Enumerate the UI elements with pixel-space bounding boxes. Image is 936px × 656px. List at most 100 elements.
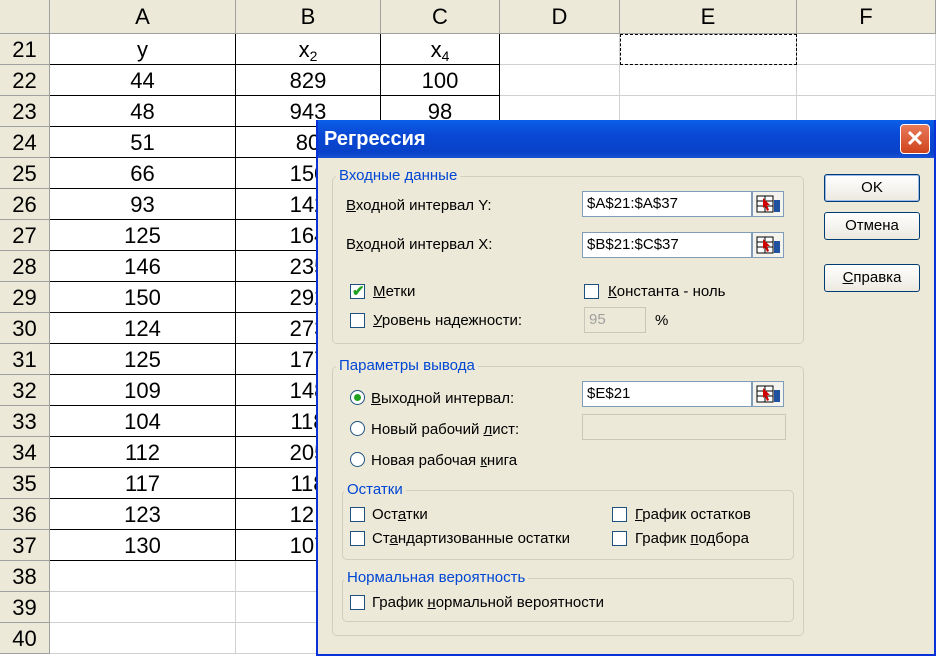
- confidence-level-checkbox[interactable]: [350, 313, 365, 328]
- close-button[interactable]: ✕: [900, 124, 930, 154]
- dialog-titlebar[interactable]: Регрессия ✕: [318, 120, 934, 158]
- cell-d[interactable]: [500, 65, 620, 96]
- cell-value: 124: [124, 316, 161, 341]
- column-header-d[interactable]: D: [500, 0, 620, 34]
- residuals-label[interactable]: Остатки: [372, 506, 428, 523]
- standardized-residuals-label[interactable]: Стандартизованные остатки: [372, 530, 570, 547]
- column-header-e[interactable]: E: [620, 0, 797, 34]
- row-header[interactable]: 36: [0, 499, 50, 530]
- x-range-input[interactable]: $B$21:$C$37: [582, 232, 752, 258]
- cell-value: 48: [130, 99, 155, 124]
- row-header[interactable]: 22: [0, 65, 50, 96]
- row-header[interactable]: 21: [0, 34, 50, 65]
- x-range-picker-button[interactable]: [752, 232, 784, 258]
- cell-a[interactable]: 44: [50, 65, 236, 96]
- cell-d[interactable]: [500, 34, 620, 65]
- new-sheet-radio[interactable]: [350, 421, 365, 436]
- cell-value: 112: [124, 440, 161, 465]
- cell-a[interactable]: 93: [50, 189, 236, 220]
- output-range-input[interactable]: $E$21: [582, 381, 752, 407]
- new-book-radio[interactable]: [350, 452, 365, 467]
- residual-plot-label[interactable]: График остатков: [635, 506, 751, 523]
- cell-a[interactable]: 112: [50, 437, 236, 468]
- output-range-picker-button[interactable]: [752, 381, 784, 407]
- cell-a[interactable]: 104: [50, 406, 236, 437]
- new-book-label[interactable]: Новая рабочая книга: [371, 452, 517, 469]
- cell-b[interactable]: 829: [236, 65, 381, 96]
- confidence-level-label[interactable]: Уровень надежности:: [373, 312, 522, 329]
- residuals-checkbox[interactable]: [350, 507, 365, 522]
- row-header[interactable]: 38: [0, 561, 50, 592]
- standardized-residuals-checkbox[interactable]: [350, 531, 365, 546]
- cell-subscript: 2: [309, 48, 318, 64]
- cell-b[interactable]: x2: [236, 34, 381, 65]
- constant-zero-checkbox[interactable]: [584, 284, 599, 299]
- row-header[interactable]: 34: [0, 437, 50, 468]
- cell-a[interactable]: y: [50, 34, 236, 65]
- cell-a[interactable]: [50, 592, 236, 623]
- cell-c[interactable]: x4: [381, 34, 500, 65]
- row-header[interactable]: 23: [0, 96, 50, 127]
- cell-f[interactable]: [797, 34, 936, 65]
- normal-plot-label[interactable]: График нормальной вероятности: [372, 594, 604, 611]
- cell-a[interactable]: 130: [50, 530, 236, 561]
- cell-a[interactable]: [50, 561, 236, 592]
- row-header[interactable]: 28: [0, 251, 50, 282]
- cell-a[interactable]: 124: [50, 313, 236, 344]
- row-header[interactable]: 26: [0, 189, 50, 220]
- constant-zero-label[interactable]: Константа - ноль: [608, 283, 725, 300]
- confidence-level-input[interactable]: 95: [584, 307, 646, 333]
- cell-a[interactable]: 117: [50, 468, 236, 499]
- row-header[interactable]: 40: [0, 623, 50, 654]
- y-range-picker-button[interactable]: [752, 191, 784, 217]
- y-range-input[interactable]: $A$21:$A$37: [582, 191, 752, 217]
- row-header[interactable]: 32: [0, 375, 50, 406]
- cell-a[interactable]: 125: [50, 220, 236, 251]
- column-header-c[interactable]: C: [381, 0, 500, 34]
- labels-checkbox-label[interactable]: Метки: [373, 283, 415, 300]
- column-header-f[interactable]: F: [797, 0, 936, 34]
- row-header[interactable]: 31: [0, 344, 50, 375]
- cell-a[interactable]: 123: [50, 499, 236, 530]
- cell-a[interactable]: 51: [50, 127, 236, 158]
- cell-a[interactable]: 150: [50, 282, 236, 313]
- row-header[interactable]: 29: [0, 282, 50, 313]
- help-button[interactable]: Справка: [824, 264, 920, 292]
- fit-plot-label[interactable]: График подбора: [635, 530, 749, 547]
- cancel-button[interactable]: Отмена: [824, 212, 920, 240]
- row-header[interactable]: 30: [0, 313, 50, 344]
- output-range-radio[interactable]: [350, 390, 365, 405]
- residual-plot-checkbox[interactable]: [612, 507, 627, 522]
- cell-e[interactable]: [620, 65, 797, 96]
- normal-probability-group-label: Нормальная вероятность: [344, 569, 529, 586]
- cell-a[interactable]: 48: [50, 96, 236, 127]
- fit-plot-checkbox[interactable]: [612, 531, 627, 546]
- cell-a[interactable]: 125: [50, 344, 236, 375]
- ok-button[interactable]: OK: [824, 174, 920, 202]
- row-header[interactable]: 24: [0, 127, 50, 158]
- cell-a[interactable]: 146: [50, 251, 236, 282]
- normal-plot-checkbox[interactable]: [350, 595, 365, 610]
- row-header[interactable]: 37: [0, 530, 50, 561]
- cell-a[interactable]: 109: [50, 375, 236, 406]
- row-header[interactable]: 25: [0, 158, 50, 189]
- cell-c[interactable]: 100: [381, 65, 500, 96]
- new-sheet-input[interactable]: [582, 414, 786, 440]
- column-header-b[interactable]: B: [236, 0, 381, 34]
- labels-checkbox[interactable]: ✔: [350, 283, 365, 300]
- cell-a[interactable]: [50, 623, 236, 654]
- column-header-a[interactable]: A: [50, 0, 236, 34]
- new-sheet-label[interactable]: Новый рабочий лист:: [371, 421, 519, 438]
- cell-value: 125: [124, 223, 161, 248]
- selected-cell-e21[interactable]: [620, 34, 797, 65]
- row-header[interactable]: 27: [0, 220, 50, 251]
- residuals-group: [342, 490, 794, 560]
- corner-cell[interactable]: [0, 0, 50, 34]
- cell-a[interactable]: 66: [50, 158, 236, 189]
- cell-f[interactable]: [797, 65, 936, 96]
- dialog-title: Регрессия: [324, 128, 426, 150]
- row-header[interactable]: 33: [0, 406, 50, 437]
- row-header[interactable]: 39: [0, 592, 50, 623]
- output-range-label[interactable]: Выходной интервал:: [371, 390, 514, 407]
- row-header[interactable]: 35: [0, 468, 50, 499]
